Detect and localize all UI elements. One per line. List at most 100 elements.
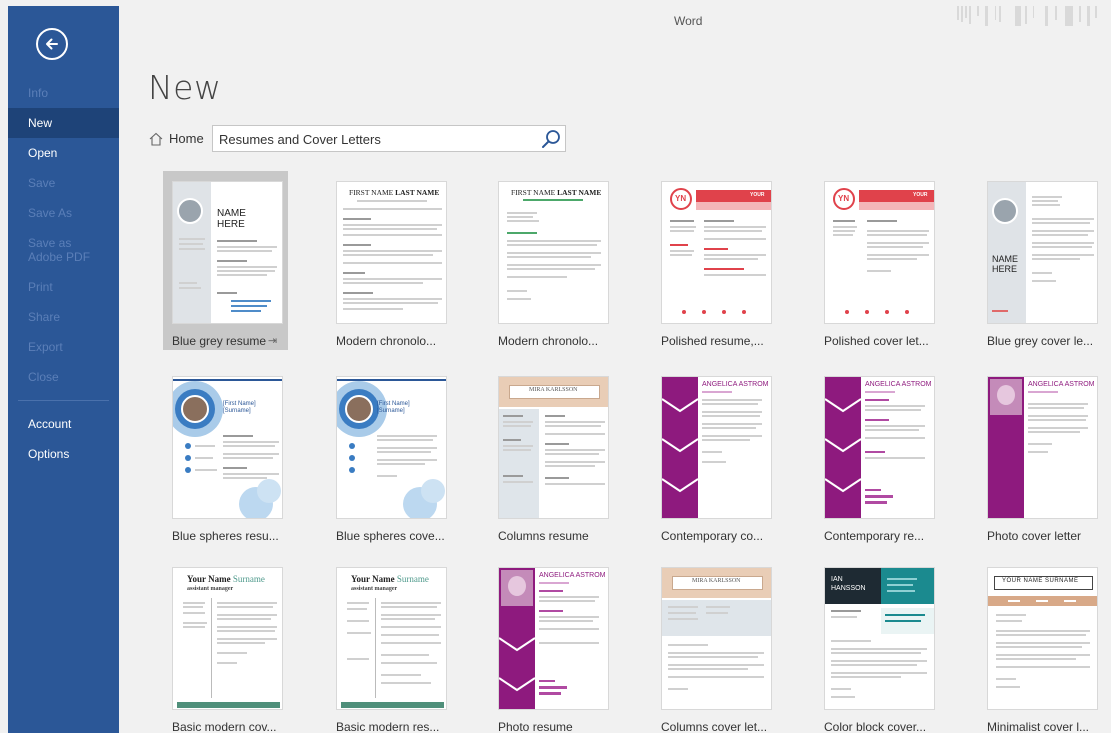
nav-print: Print xyxy=(28,280,53,294)
template-thumbnail: [First Name] [Surname] xyxy=(172,376,283,519)
thumb-first-name: [First Name] xyxy=(377,401,410,407)
thumb-mira: MIRA KARLSSON xyxy=(529,387,578,393)
pin-icon[interactable]: ⇥ xyxy=(268,334,277,347)
thumb-your-name-text: Your Name xyxy=(187,574,231,584)
thumb-surname-text: Surname xyxy=(396,574,429,584)
title-decoration xyxy=(957,6,1097,26)
template-search-box xyxy=(212,125,566,152)
page-title: New xyxy=(148,68,222,107)
thumb-first-name-text: FIRST NAME xyxy=(511,188,556,197)
thumb-first-name: FIRST NAME LAST NAME xyxy=(349,188,439,197)
template-label: Basic modern cov... xyxy=(172,720,277,733)
nav-share: Share xyxy=(28,310,61,324)
template-label: Blue grey resume xyxy=(172,334,267,348)
thumb-your-name: Your Name Surname xyxy=(351,574,429,584)
template-label: Contemporary co... xyxy=(661,529,764,543)
template-search-input[interactable] xyxy=(219,130,529,148)
backstage-nav: Info New Open Save Save As Save as Adobe… xyxy=(8,78,119,469)
thumb-name-text: NAME xyxy=(992,254,1019,264)
template-thumbnail: ANGELICA ASTROM xyxy=(824,376,935,519)
template-label: Color block cover... xyxy=(824,720,927,733)
template-thumbnail: ANGELICA ASTROM xyxy=(661,376,772,519)
nav-save-as: Save As xyxy=(28,206,73,220)
search-icon[interactable] xyxy=(541,129,561,149)
template-label: Polished resume,... xyxy=(661,334,764,348)
thumb-here-text: HERE xyxy=(992,264,1018,274)
chevron-decoration xyxy=(499,637,535,692)
thumb-surname: [Surname] xyxy=(377,408,405,414)
template-label: Contemporary re... xyxy=(824,529,925,543)
back-arrow-icon xyxy=(46,38,58,50)
chevron-decoration xyxy=(825,398,861,493)
template-label: Modern chronolo... xyxy=(498,334,599,348)
template-thumbnail: IAN HANSSON xyxy=(824,567,935,710)
nav-export: Export xyxy=(28,340,63,354)
thumb-name-text: NAME xyxy=(217,208,246,219)
template-thumbnail: YN YOUR xyxy=(824,181,935,324)
template-label: Blue spheres resu... xyxy=(172,529,279,543)
template-thumbnail: ANGELICA ASTROM xyxy=(987,376,1098,519)
template-label: Photo resume xyxy=(498,720,573,733)
template-thumbnail: Your Name Surname assistant manager xyxy=(336,567,447,710)
thumb-your-name: Your Name Surname xyxy=(187,574,265,584)
template-thumbnail: ANGELICA ASTROM xyxy=(498,567,609,710)
nav-options[interactable]: Options xyxy=(8,439,119,469)
template-thumbnail: MIRA KARLSSON xyxy=(498,376,609,519)
chevron-decoration xyxy=(662,398,698,493)
nav-save: Save xyxy=(28,176,56,190)
thumb-your-name-surname: YOUR NAME SURNAME xyxy=(1002,578,1079,584)
nav-open[interactable]: Open xyxy=(8,138,119,168)
nav-close: Close xyxy=(28,370,59,384)
home-icon xyxy=(149,132,163,146)
template-thumbnail: [First Name] [Surname] xyxy=(336,376,447,519)
template-label: Columns cover let... xyxy=(661,720,768,733)
thumb-surname: [Surname] xyxy=(223,408,251,414)
thumb-first-name: FIRST NAME LAST NAME xyxy=(511,188,601,197)
template-label: Polished cover let... xyxy=(824,334,929,348)
thumb-your: YOUR xyxy=(913,192,928,198)
thumb-last-name-text: LAST NAME xyxy=(557,188,602,197)
app-title: Word xyxy=(674,14,703,28)
thumb-your-name-text: Your Name xyxy=(351,574,395,584)
template-thumbnail: YN YOUR xyxy=(661,181,772,324)
home-link[interactable]: Home xyxy=(148,131,204,146)
thumb-initials: YN xyxy=(838,194,850,203)
thumb-first-name-text: FIRST NAME xyxy=(349,188,394,197)
template-thumbnail: NAME HERE xyxy=(172,181,283,324)
template-thumbnail: Your Name Surname assistant manager xyxy=(172,567,283,710)
template-label: Basic modern res... xyxy=(336,720,440,733)
backstage-sidebar: Info New Open Save Save As Save as Adobe… xyxy=(8,6,119,733)
nav-new[interactable]: New xyxy=(8,108,119,138)
thumb-here-text: HERE xyxy=(217,219,245,230)
thumb-ian: IAN xyxy=(831,576,843,583)
template-thumbnail: FIRST NAME LAST NAME xyxy=(498,181,609,324)
nav-info: Info xyxy=(28,86,49,100)
thumb-angelica: ANGELICA ASTROM xyxy=(1028,381,1095,388)
thumb-hansson: HANSSON xyxy=(831,585,866,592)
template-thumbnail: MIRA KARLSSON xyxy=(661,567,772,710)
nav-divider xyxy=(18,400,109,401)
thumb-title: assistant manager xyxy=(351,586,398,592)
thumb-first-name: [First Name] xyxy=(223,401,256,407)
template-thumbnail: YOUR NAME SURNAME xyxy=(987,567,1098,710)
nav-save-as-pdf: Save as Adobe PDF xyxy=(8,228,119,272)
thumb-your: YOUR xyxy=(750,192,765,198)
template-label: Columns resume xyxy=(498,529,589,543)
thumb-last-name-text: LAST NAME xyxy=(395,188,440,197)
thumb-mira: MIRA KARLSSON xyxy=(692,578,741,584)
thumb-title: assistant manager xyxy=(187,586,234,592)
template-label: Blue spheres cove... xyxy=(336,529,445,543)
back-button[interactable] xyxy=(36,28,68,60)
template-label: Modern chronolo... xyxy=(336,334,437,348)
template-thumbnail: FIRST NAME LAST NAME xyxy=(336,181,447,324)
nav-account[interactable]: Account xyxy=(8,409,119,439)
home-label: Home xyxy=(169,131,204,146)
template-label: Photo cover letter xyxy=(987,529,1082,543)
nav-save-as-pdf-label: Save as Adobe PDF xyxy=(28,236,91,264)
thumb-surname-text: Surname xyxy=(232,574,265,584)
template-label: Minimalist cover l... xyxy=(987,720,1090,733)
template-label: Blue grey cover le... xyxy=(987,334,1094,348)
template-thumbnail: NAME HERE xyxy=(987,181,1098,324)
thumb-angelica: ANGELICA ASTROM xyxy=(702,381,769,388)
thumb-angelica: ANGELICA ASTROM xyxy=(539,572,606,579)
